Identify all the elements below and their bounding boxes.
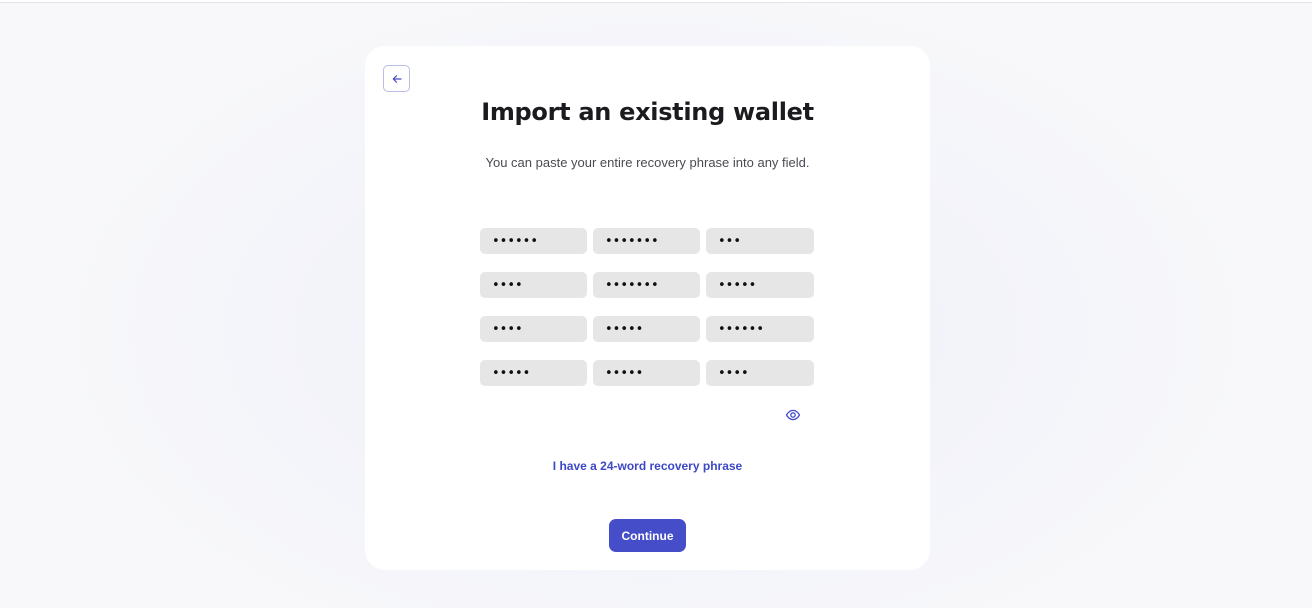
page-subtitle: You can paste your entire recovery phras… [485, 155, 810, 170]
recovery-word-1-field[interactable] [480, 228, 587, 254]
recovery-word-9-field[interactable] [706, 316, 814, 342]
arrow-left-icon [392, 74, 402, 84]
recovery-word-11-field[interactable] [593, 360, 700, 386]
recovery-phrase-grid [480, 228, 815, 386]
top-bar [0, 0, 1312, 3]
import-wallet-card: Import an existing wallet You can paste … [365, 46, 930, 570]
recovery-word-6-field[interactable] [706, 272, 814, 298]
recovery-word-3-field[interactable] [706, 228, 814, 254]
24-word-phrase-link[interactable]: I have a 24-word recovery phrase [365, 459, 930, 473]
recovery-word-8-field[interactable] [593, 316, 700, 342]
recovery-word-7-field[interactable] [480, 316, 587, 342]
recovery-word-4-field[interactable] [480, 272, 587, 298]
continue-button[interactable]: Continue [609, 519, 686, 552]
recovery-word-5-field[interactable] [593, 272, 700, 298]
recovery-word-2-field[interactable] [593, 228, 700, 254]
back-button[interactable] [383, 65, 410, 92]
recovery-word-10-field[interactable] [480, 360, 587, 386]
page-title: Import an existing wallet [481, 98, 814, 126]
recovery-word-12-field[interactable] [706, 360, 814, 386]
eye-icon[interactable] [785, 407, 801, 423]
